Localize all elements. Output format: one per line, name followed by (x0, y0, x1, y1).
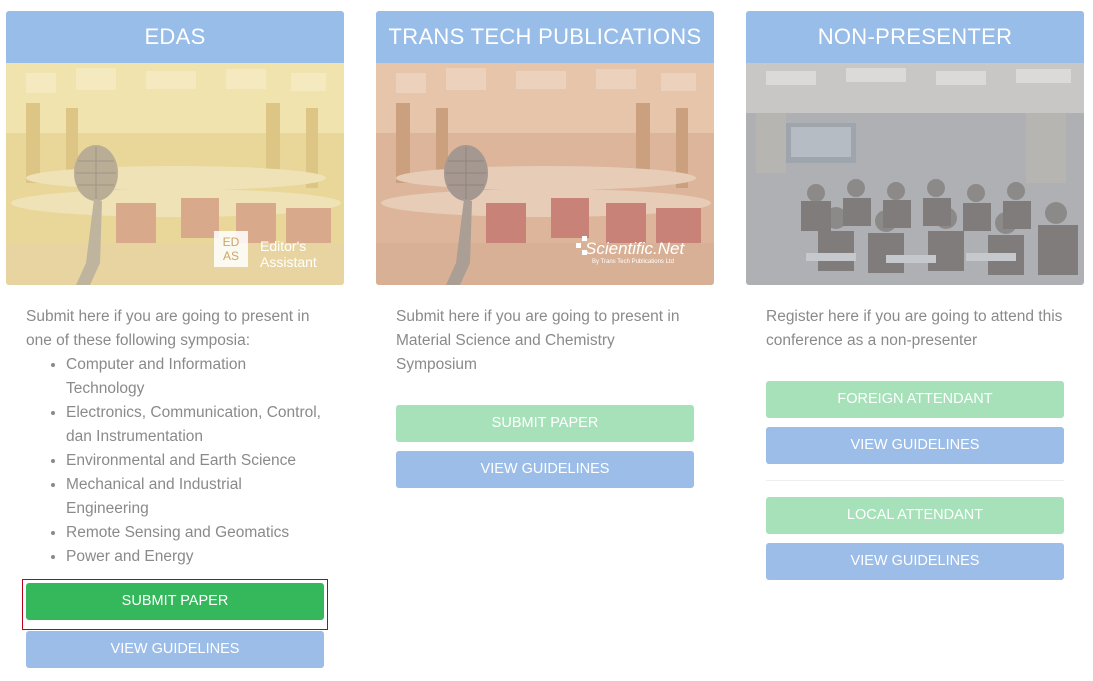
edas-logo: ED AS (214, 231, 248, 267)
edas-card: EDAS ED AS Editor's Assistant Submit her… (6, 11, 344, 569)
foreign-view-guidelines-button[interactable]: VIEW GUIDELINES (766, 427, 1064, 464)
non-presenter-description: Register here if you are going to attend… (746, 305, 1084, 353)
ttp-description-text: Submit here if you are going to present … (396, 308, 680, 373)
non-presenter-description-text: Register here if you are going to attend… (766, 308, 1063, 349)
non-presenter-card-title: NON-PRESENTER (746, 11, 1084, 63)
edas-description: Submit here if you are going to present … (6, 305, 344, 569)
list-item: Remote Sensing and Geomatics (66, 521, 324, 545)
ttp-card: TRANS TECH PUBLICATIONS Scientific.Net B… (376, 11, 714, 488)
list-item: Computer and Information Technology (66, 353, 324, 401)
foreign-attendant-button[interactable]: FOREIGN ATTENDANT (766, 381, 1064, 418)
ttp-submit-paper-button[interactable]: SUBMIT PAPER (396, 405, 694, 442)
ttp-view-guidelines-button[interactable]: VIEW GUIDELINES (396, 451, 694, 488)
non-presenter-card: NON-PRESENTER Register here if you are g… (746, 11, 1084, 580)
non-presenter-card-image (746, 63, 1084, 285)
ttp-description: Submit here if you are going to present … (376, 305, 714, 377)
list-item: Mechanical and Industrial Engineering (66, 473, 324, 521)
scientific-net-logo: Scientific.Net (585, 239, 685, 258)
list-item: Electronics, Communication, Control, dan… (66, 401, 324, 449)
edas-logo-caption-line1: Editor's (260, 238, 307, 254)
list-item: Environmental and Earth Science (66, 449, 324, 473)
edas-logo-caption-line2: Assistant (260, 254, 317, 270)
scientific-net-subtitle: By Trans Tech Publications Ltd (592, 259, 674, 265)
edas-logo-line1: ED (222, 235, 240, 249)
submit-highlight-frame: SUBMIT PAPER (22, 579, 328, 630)
local-attendant-button[interactable]: LOCAL ATTENDANT (766, 497, 1064, 534)
symposia-list: Computer and Information Technology Elec… (26, 353, 324, 569)
edas-view-guidelines-button[interactable]: VIEW GUIDELINES (26, 631, 324, 668)
ttp-card-title: TRANS TECH PUBLICATIONS (376, 11, 714, 63)
list-item: Power and Energy (66, 545, 324, 569)
edas-logo-line2: AS (222, 249, 239, 263)
divider (766, 480, 1064, 481)
edas-card-image: ED AS Editor's Assistant (6, 63, 344, 285)
edas-logo-caption: Editor's Assistant (260, 238, 317, 270)
ttp-card-image: Scientific.Net By Trans Tech Publication… (376, 63, 714, 285)
edas-submit-paper-button[interactable]: SUBMIT PAPER (26, 583, 324, 620)
edas-description-text: Submit here if you are going to present … (26, 308, 310, 349)
local-view-guidelines-button[interactable]: VIEW GUIDELINES (766, 543, 1064, 580)
edas-card-title: EDAS (6, 11, 344, 63)
